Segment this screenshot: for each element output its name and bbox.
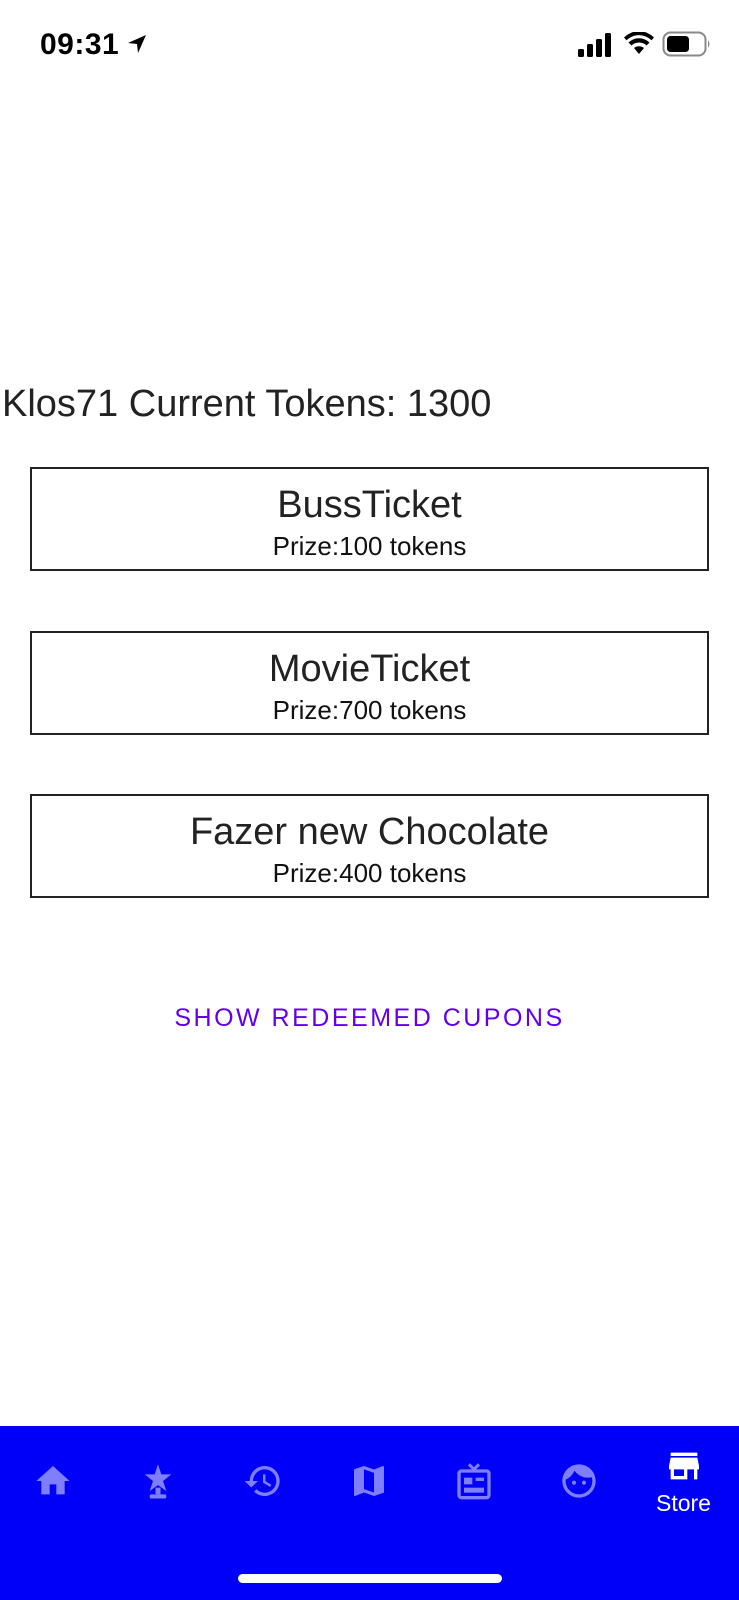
battery-icon <box>662 31 710 57</box>
status-bar: 09:31 <box>0 0 739 92</box>
location-arrow-icon <box>128 35 146 53</box>
coupon-price: Prize:400 tokens <box>272 858 467 888</box>
store-icon <box>668 1452 699 1479</box>
coupon-card-bussticket[interactable]: BussTicket Prize:100 tokens <box>30 467 709 571</box>
cellular-signal-icon <box>578 33 611 57</box>
coupon-title: Fazer new Chocolate <box>189 811 550 853</box>
nav-item-profile[interactable] <box>526 1426 631 1536</box>
home-indicator <box>238 1574 502 1583</box>
nav-label-store: Store <box>656 1489 711 1516</box>
coupon-card-movieticket[interactable]: MovieTicket Prize:700 tokens <box>30 631 709 735</box>
coupon-card-chocolate[interactable]: Fazer new Chocolate Prize:400 tokens <box>30 794 709 898</box>
wifi-icon <box>624 32 654 54</box>
home-icon <box>35 1466 70 1495</box>
status-time: 09:31 <box>40 28 120 61</box>
nav-item-news[interactable] <box>421 1426 526 1536</box>
current-tokens-heading: Klos71 Current Tokens: 1300 <box>2 383 492 425</box>
coupon-title: MovieTicket <box>268 648 471 690</box>
nav-item-home[interactable] <box>0 1426 105 1536</box>
show-redeemed-coupons-button[interactable]: SHOW REDEEMED CUPONS <box>0 1004 739 1033</box>
map-icon <box>353 1466 384 1496</box>
news-icon <box>456 1463 491 1500</box>
nav-item-store[interactable]: Store <box>631 1426 736 1536</box>
bottom-nav: Store <box>0 1426 739 1600</box>
award-icon <box>144 1464 171 1499</box>
face-icon <box>561 1464 596 1498</box>
coupon-price: Prize:700 tokens <box>272 695 467 725</box>
coupon-title: BussTicket <box>277 484 462 526</box>
coupon-price: Prize:100 tokens <box>272 531 467 561</box>
history-icon <box>244 1466 280 1496</box>
nav-item-map[interactable] <box>316 1426 421 1536</box>
nav-item-history[interactable] <box>210 1426 315 1536</box>
nav-item-awards[interactable] <box>105 1426 210 1536</box>
